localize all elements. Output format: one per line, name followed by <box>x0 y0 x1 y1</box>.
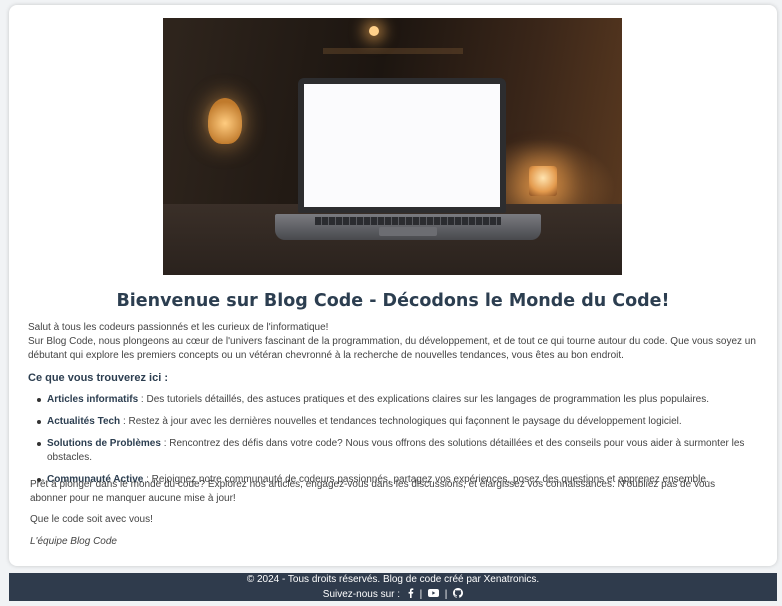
outro-text: Prêt à plonger dans le monde du code? Ex… <box>30 479 716 504</box>
lamp-shape <box>208 98 242 144</box>
ceiling-light-shape <box>369 26 379 36</box>
intro-line-1: Salut à tous les codeurs passionnés et l… <box>28 322 329 333</box>
separator: | <box>419 589 423 601</box>
facebook-icon[interactable] <box>407 588 414 601</box>
list-item: Articles informatifs : Des tutoriels dét… <box>37 393 767 407</box>
page-title: Bienvenue sur Blog Code - Décodons le Mo… <box>116 291 670 311</box>
content-card: Bienvenue sur Blog Code - Décodons le Mo… <box>9 5 777 566</box>
feature-title: Articles informatifs <box>47 394 139 405</box>
shelf-shape <box>323 48 463 54</box>
github-icon[interactable] <box>453 588 464 601</box>
feature-text: : Des tutoriels détaillés, des astuces p… <box>138 394 709 405</box>
list-item: Solutions de Problèmes : Rencontrez des … <box>37 437 767 465</box>
trackpad-shape <box>379 227 437 236</box>
footer: © 2024 - Tous droits réservés. Blog de c… <box>9 573 777 601</box>
feature-title: Solutions de Problèmes <box>47 438 161 449</box>
footer-copyright: © 2024 - Tous droits réservés. Blog de c… <box>246 574 540 585</box>
intro-line-2: Sur Blog Code, nous plongeons au cœur de… <box>28 336 756 361</box>
feature-text: : Restez à jour avec les dernières nouve… <box>120 416 682 427</box>
signature-text: L'équipe Blog Code <box>30 536 117 547</box>
youtube-icon[interactable] <box>428 589 440 600</box>
keyboard-shape <box>315 217 501 225</box>
separator: | <box>444 589 448 601</box>
feature-title: Actualités Tech <box>47 416 121 427</box>
hero-image <box>163 18 622 275</box>
footer-social: Suivez-nous sur : | | <box>9 588 777 601</box>
follow-label: Suivez-nous sur : <box>322 589 401 601</box>
intro-text: Salut à tous les codeurs passionnés et l… <box>28 321 768 363</box>
section-heading: Ce que vous trouverez ici : <box>28 372 168 384</box>
laptop-screen-shape <box>304 84 500 207</box>
signoff-text: Que le code soit avec vous! <box>30 514 153 525</box>
list-item: Actualités Tech : Restez à jour avec les… <box>37 415 767 429</box>
candle-light-shape <box>529 166 557 196</box>
